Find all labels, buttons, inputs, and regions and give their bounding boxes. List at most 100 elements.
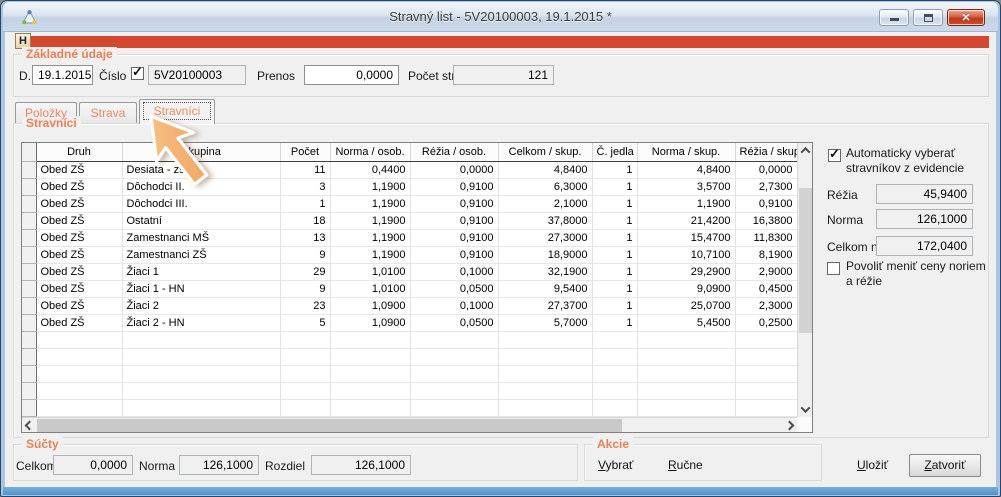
close-button[interactable]: ✕ <box>947 9 985 26</box>
header-cell[interactable]: Č. jedla <box>592 143 637 161</box>
cell[interactable]: 9,5400 <box>498 280 592 297</box>
tab-strava[interactable]: Strava <box>79 102 137 124</box>
cell[interactable]: 16,3800 <box>735 212 797 229</box>
cell[interactable]: Obed ZŠ <box>36 314 122 331</box>
cell[interactable]: 9 <box>280 246 330 263</box>
cell[interactable]: 2,1000 <box>498 195 592 212</box>
cell[interactable]: 1,0900 <box>330 314 410 331</box>
table-row[interactable]: Obed ZŠŽiaci 1291,01000,100032,1900129,2… <box>22 263 797 280</box>
table-row[interactable]: Obed ZŠDesiata - zš110,44000,00004,84001… <box>22 161 797 178</box>
row-selector[interactable] <box>22 229 36 246</box>
cell[interactable]: 1,0100 <box>330 280 410 297</box>
tab-stravnici[interactable]: Stravníci <box>139 99 215 124</box>
cell[interactable]: 0,4500 <box>735 280 797 297</box>
cell[interactable]: 0,4400 <box>330 161 410 178</box>
scroll-right-button[interactable] <box>782 418 797 433</box>
cell[interactable]: 1 <box>592 212 637 229</box>
header-cell[interactable]: Réžia / osob. <box>410 143 498 161</box>
cell[interactable]: Obed ZŠ <box>36 229 122 246</box>
cell[interactable]: 11,8300 <box>735 229 797 246</box>
cell[interactable]: 13 <box>280 229 330 246</box>
cell[interactable]: 1,1900 <box>330 246 410 263</box>
cell[interactable]: 1 <box>592 314 637 331</box>
scroll-up-button[interactable] <box>798 143 813 158</box>
cell[interactable]: Dôchodci II. <box>122 178 280 195</box>
cell[interactable]: 10,7100 <box>637 246 735 263</box>
cell[interactable]: 2,3000 <box>735 297 797 314</box>
cell[interactable]: 0,9100 <box>735 195 797 212</box>
cell[interactable]: 0,9100 <box>410 246 498 263</box>
cell[interactable]: Žiaci 2 <box>122 297 280 314</box>
minimize-button[interactable] <box>879 9 909 26</box>
cell[interactable]: 18 <box>280 212 330 229</box>
cell[interactable]: 27,3000 <box>498 229 592 246</box>
cell[interactable]: 6,3000 <box>498 178 592 195</box>
cell[interactable]: 0,1000 <box>410 297 498 314</box>
table-row[interactable]: Obed ZŠZamestnanci MŠ131,19000,910027,30… <box>22 229 797 246</box>
row-selector[interactable] <box>22 212 36 229</box>
cell[interactable]: 0,0000 <box>410 161 498 178</box>
cell[interactable]: Obed ZŠ <box>36 297 122 314</box>
row-selector[interactable] <box>22 297 36 314</box>
cell[interactable]: Obed ZŠ <box>36 178 122 195</box>
table-row[interactable]: Obed ZŠŽiaci 2 - HN51,09000,05005,700015… <box>22 314 797 331</box>
table-row[interactable]: Obed ZŠŽiaci 1 - HN91,01000,05009,540019… <box>22 280 797 297</box>
cell[interactable]: 11 <box>280 161 330 178</box>
norma-field[interactable]: 126,1000 <box>876 209 973 229</box>
cell[interactable]: 1 <box>592 229 637 246</box>
cell[interactable]: 1 <box>280 195 330 212</box>
cell[interactable]: 0,2500 <box>735 314 797 331</box>
cell[interactable]: 9,0900 <box>637 280 735 297</box>
cell[interactable]: Obed ZŠ <box>36 161 122 178</box>
table-row[interactable]: Obed ZŠŽiaci 2231,09000,100027,3700125,0… <box>22 297 797 314</box>
row-selector[interactable] <box>22 280 36 297</box>
cell[interactable]: Obed ZŠ <box>36 263 122 280</box>
table-row[interactable]: Obed ZŠDôchodci III.11,19000,91002,10001… <box>22 195 797 212</box>
cell[interactable]: Dôchodci III. <box>122 195 280 212</box>
cell[interactable]: 0,1000 <box>410 263 498 280</box>
row-selector[interactable] <box>22 314 36 331</box>
cislo-input[interactable]: 5V20100003 <box>148 65 246 85</box>
header-cell[interactable]: Norma / osob. <box>330 143 410 161</box>
cell[interactable]: 1 <box>592 178 637 195</box>
cell[interactable]: 27,3700 <box>498 297 592 314</box>
sucty-celkom-field[interactable]: 0,0000 <box>53 455 133 475</box>
cell[interactable]: 1,0100 <box>330 263 410 280</box>
cell[interactable]: Obed ZŠ <box>36 212 122 229</box>
cell[interactable]: 9 <box>280 280 330 297</box>
cell[interactable]: 0,9100 <box>410 178 498 195</box>
cislo-checkbox[interactable]: ✓ <box>131 67 144 80</box>
cell[interactable]: 3 <box>280 178 330 195</box>
cell[interactable]: 1,1900 <box>330 212 410 229</box>
cell[interactable]: 21,4200 <box>637 212 735 229</box>
celkom-n-field[interactable]: 172,0400 <box>876 236 973 256</box>
row-selector[interactable] <box>22 263 36 280</box>
cell[interactable]: Zamestnanci ZŠ <box>122 246 280 263</box>
cell[interactable]: Žiaci 1 <box>122 263 280 280</box>
cell[interactable]: 1 <box>592 263 637 280</box>
cell[interactable]: 37,8000 <box>498 212 592 229</box>
cell[interactable]: 1,1900 <box>637 195 735 212</box>
cell[interactable]: 1,0900 <box>330 297 410 314</box>
pocet-str-input[interactable]: 121 <box>453 65 554 85</box>
cell[interactable]: 18,9000 <box>498 246 592 263</box>
cell[interactable]: 0,0500 <box>410 280 498 297</box>
rezia-field[interactable]: 45,9400 <box>876 184 973 204</box>
cell[interactable]: 5,7000 <box>498 314 592 331</box>
cell[interactable]: 2,9000 <box>735 263 797 280</box>
vertical-scrollbar[interactable] <box>797 143 812 417</box>
ulozit-button[interactable]: Uložiť <box>857 458 888 472</box>
scroll-down-button[interactable] <box>798 402 813 417</box>
sucty-rozdiel-field[interactable]: 126,1000 <box>311 455 411 475</box>
cell[interactable]: 0,9100 <box>410 212 498 229</box>
date-input[interactable]: 19.1.2015 <box>32 65 93 85</box>
cell[interactable]: 0,9100 <box>410 229 498 246</box>
cell[interactable]: 1,1900 <box>330 178 410 195</box>
prenos-input[interactable]: 0,0000 <box>304 65 399 85</box>
povolit-checkbox[interactable] <box>827 262 840 275</box>
cell[interactable]: 0,9100 <box>410 195 498 212</box>
row-selector[interactable] <box>22 246 36 263</box>
title-bar[interactable]: Stravný list - 5V20100003, 19.1.2015 * ✕ <box>3 2 998 32</box>
cell[interactable]: 1,1900 <box>330 195 410 212</box>
cell[interactable]: 3,5700 <box>637 178 735 195</box>
